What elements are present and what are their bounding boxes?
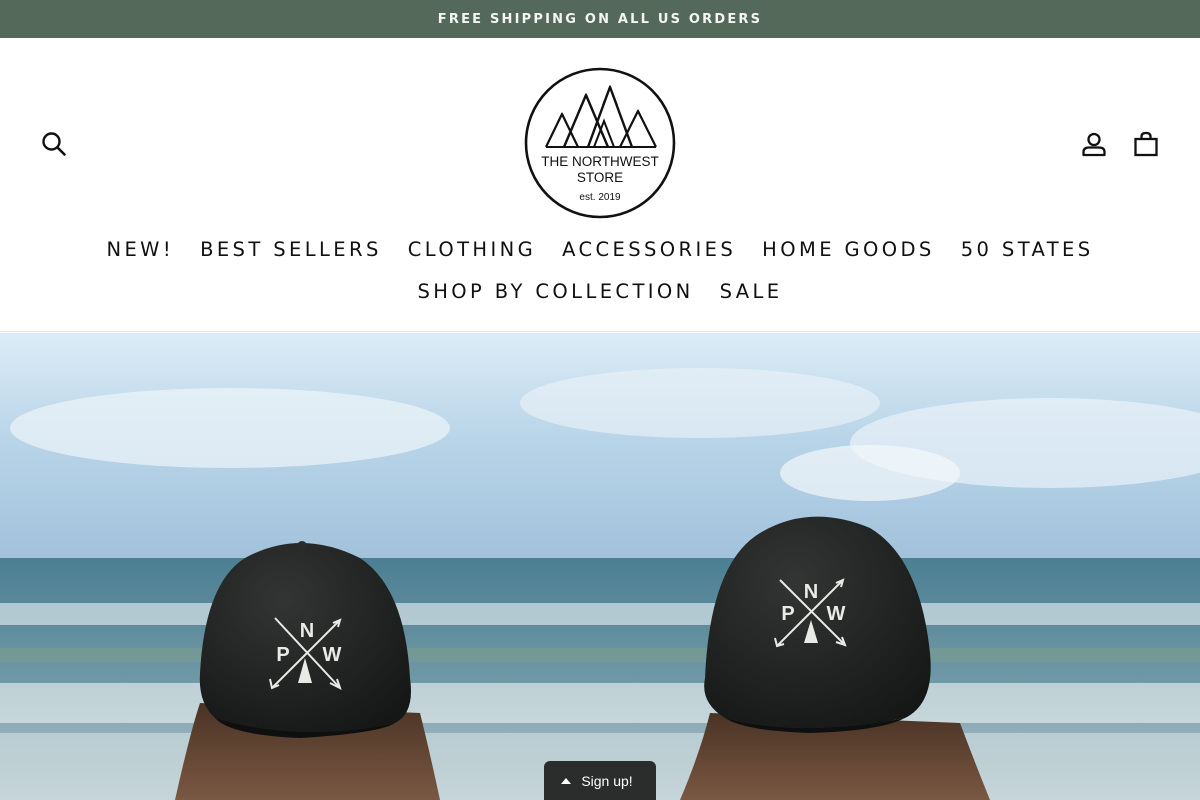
nav-item-50-states[interactable]: 50 STATES	[948, 238, 1107, 261]
caret-up-icon	[561, 777, 572, 784]
hero-image: N P W N P W	[0, 333, 1200, 800]
site-header: THE NORTHWEST STORE est. 2019 NEW! BEST …	[0, 38, 1200, 332]
logo-line1: THE NORTHWEST	[541, 154, 659, 169]
logo-line3: est. 2019	[579, 192, 621, 203]
nav-item-accessories[interactable]: ACCESSORIES	[549, 238, 749, 261]
left-cap-letter-w: W	[323, 644, 342, 666]
account-button[interactable]	[1074, 124, 1114, 164]
left-cap-letter-p: P	[276, 644, 289, 666]
right-cap-letter-p: P	[781, 603, 794, 625]
user-icon	[1082, 132, 1106, 157]
nav-row-secondary: SHOP BY COLLECTION SALE	[404, 270, 795, 312]
nav-item-clothing[interactable]: CLOTHING	[395, 238, 549, 261]
right-cap-letter-n: N	[804, 581, 818, 603]
shopping-bag-icon	[1134, 131, 1158, 157]
right-cap-letter-w: W	[827, 603, 846, 625]
signup-tab-button[interactable]: Sign up!	[544, 761, 656, 800]
logo-line2: STORE	[577, 170, 623, 185]
nav-item-best-sellers[interactable]: BEST SELLERS	[187, 238, 395, 261]
search-icon	[42, 132, 66, 156]
signup-label: Sign up!	[581, 772, 633, 789]
nav-item-home-goods[interactable]: HOME GOODS	[749, 238, 948, 261]
nav-row-primary: NEW! BEST SELLERS CLOTHING ACCESSORIES H…	[93, 228, 1106, 270]
left-cap-letter-n: N	[300, 620, 314, 642]
nav-item-shop-by-collection[interactable]: SHOP BY COLLECTION	[404, 280, 706, 303]
announcement-text: FREE SHIPPING ON ALL US ORDERS	[437, 11, 763, 27]
announcement-bar: FREE SHIPPING ON ALL US ORDERS	[0, 0, 1200, 38]
hero-banner[interactable]: N P W N P W	[0, 333, 1200, 800]
logo-badge: THE NORTHWEST STORE est. 2019	[524, 67, 676, 219]
search-button[interactable]	[34, 124, 74, 164]
cart-button[interactable]	[1126, 124, 1166, 164]
main-navigation: NEW! BEST SELLERS CLOTHING ACCESSORIES H…	[0, 228, 1200, 312]
nav-item-sale[interactable]: SALE	[707, 280, 796, 303]
nav-item-new[interactable]: NEW!	[93, 238, 187, 261]
store-logo[interactable]: THE NORTHWEST STORE est. 2019	[524, 67, 676, 219]
